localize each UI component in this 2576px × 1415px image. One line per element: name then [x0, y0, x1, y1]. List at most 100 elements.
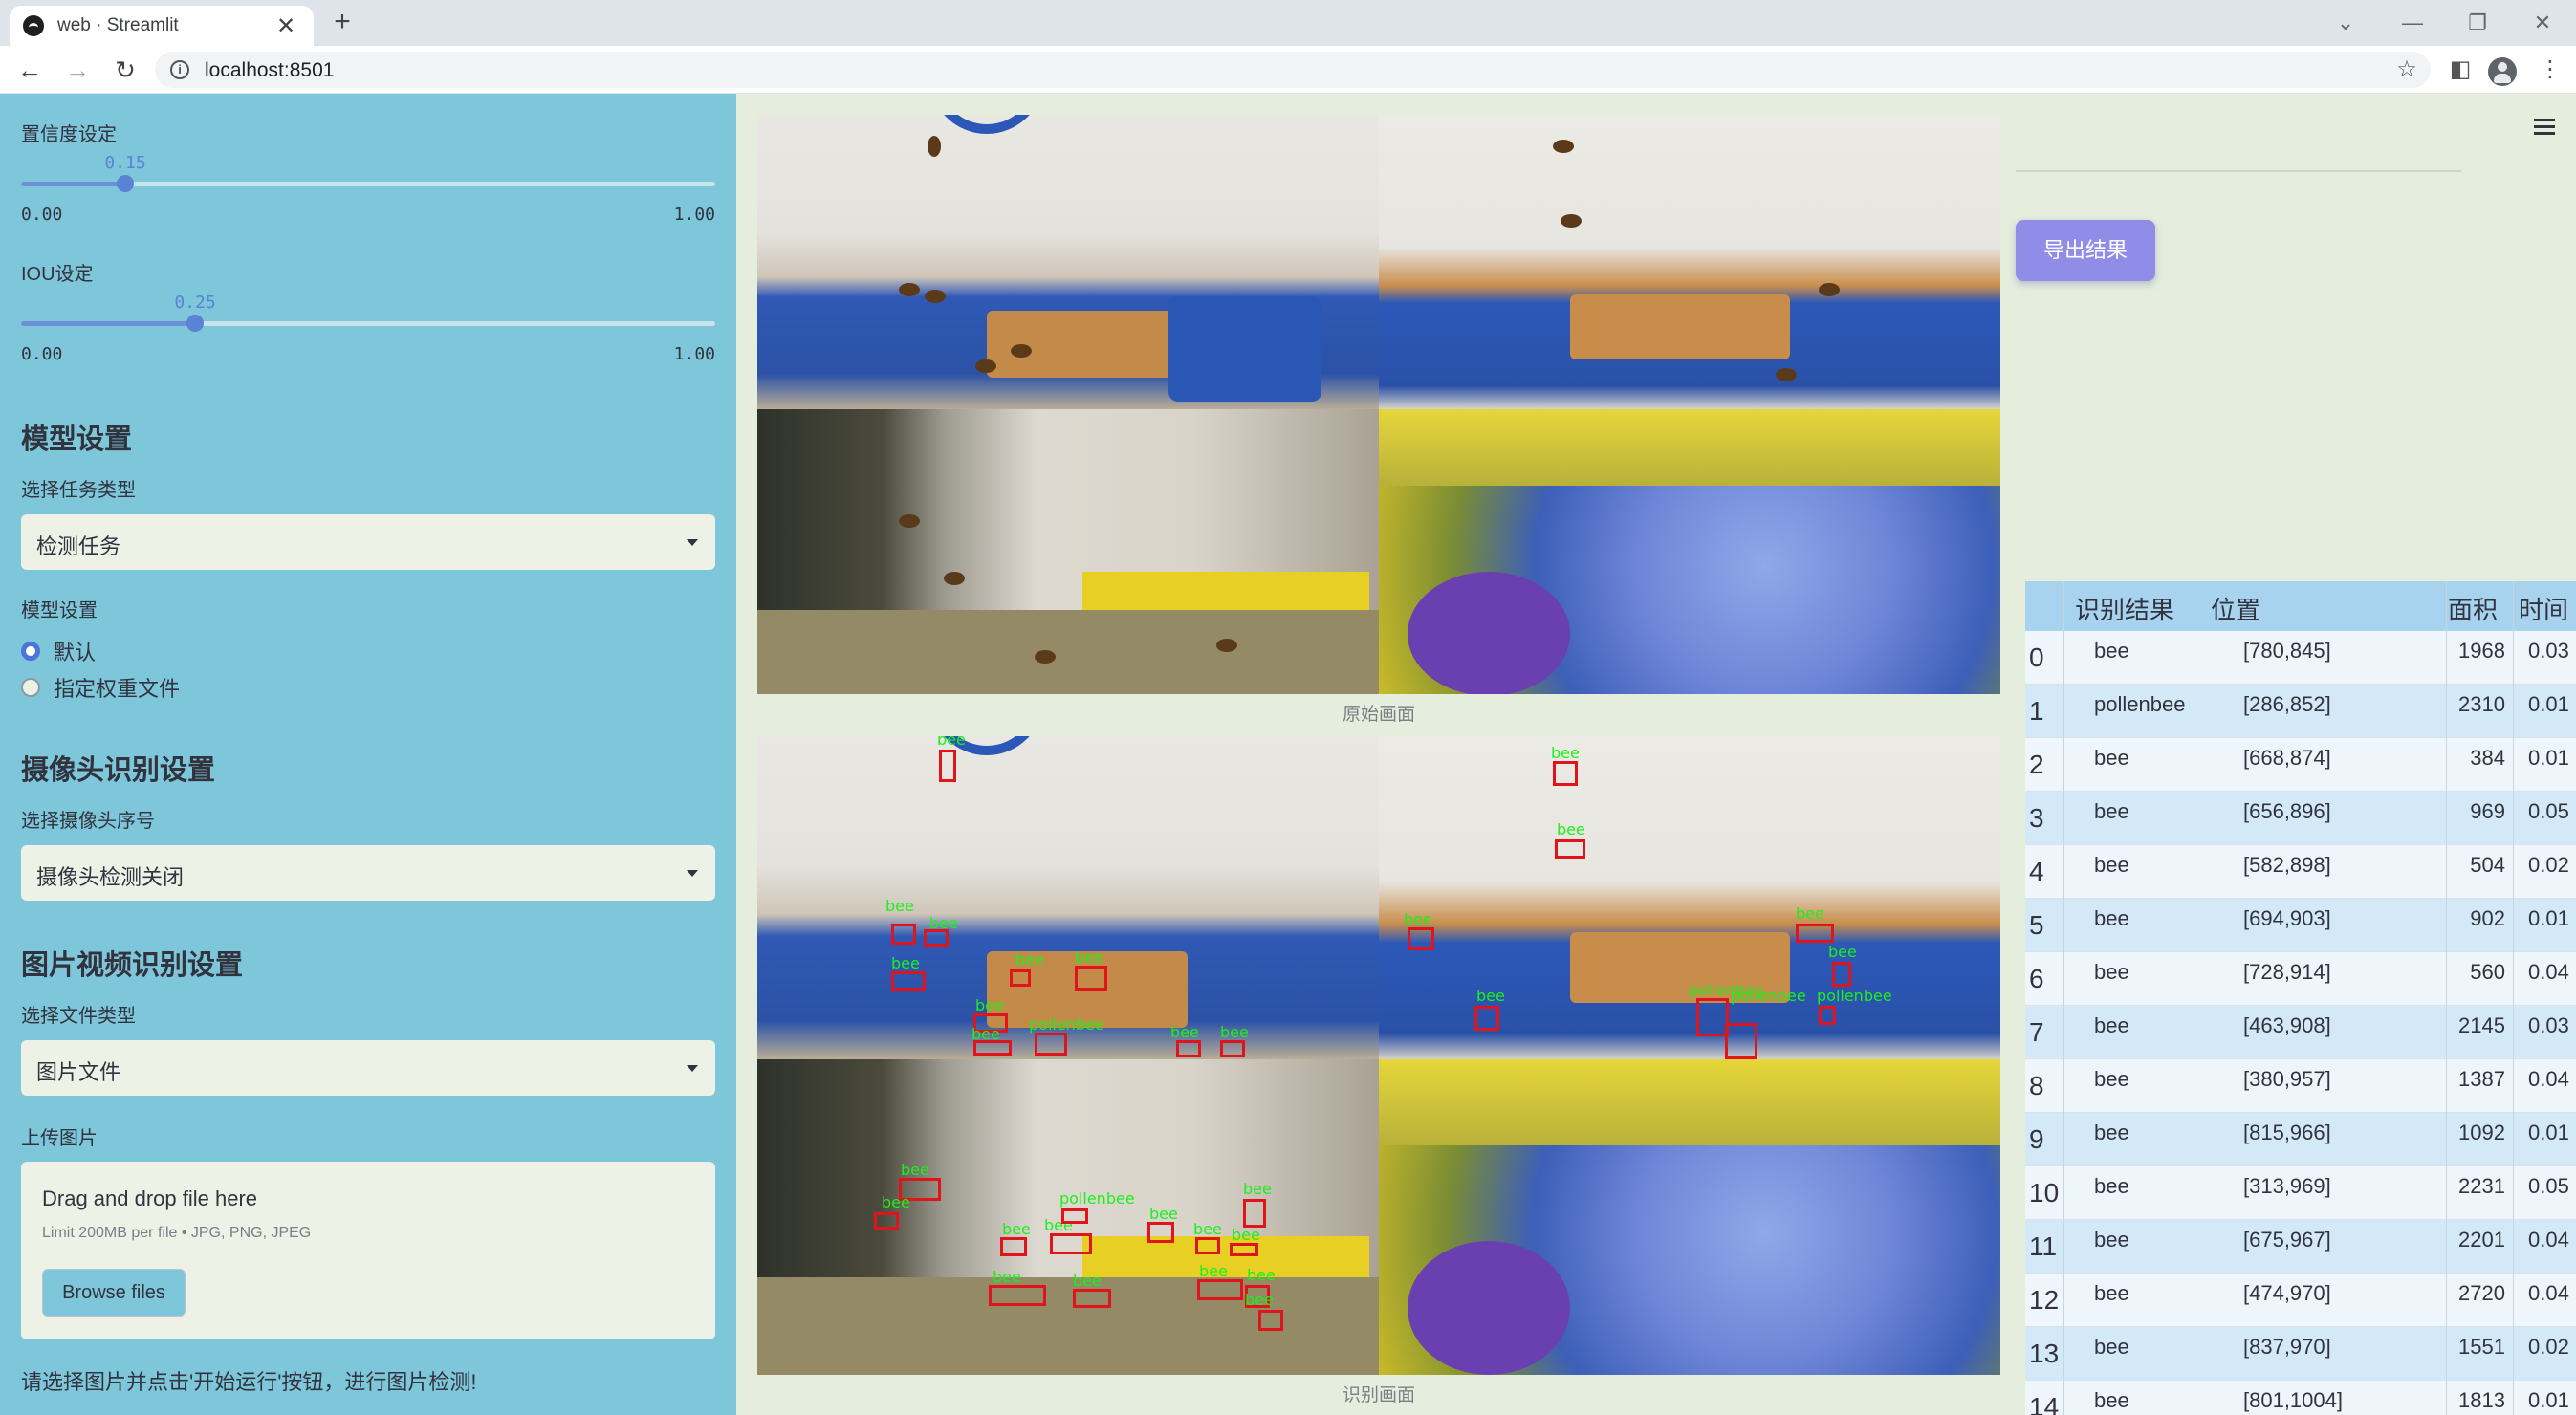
- radio-unselected-icon[interactable]: [21, 678, 40, 697]
- flowers-photo: [1379, 409, 2000, 694]
- detection-box: [1000, 1237, 1027, 1256]
- browser-tab-strip: web · Streamlit ✕ + ⌄ — ❐ ✕: [0, 0, 2576, 46]
- hive-side-photo: [757, 409, 1379, 694]
- row-class: bee: [2094, 1174, 2129, 1198]
- row-class: bee: [2094, 1281, 2129, 1305]
- row-index: 4: [2029, 857, 2044, 886]
- box-label: bee: [1232, 1226, 1260, 1244]
- results-table[interactable]: 识别结果 位置 面积 时间 0 bee [780,845] 1968 0.03 1 poll…: [2025, 581, 2576, 1415]
- radio-custom-weights[interactable]: 指定权重文件: [21, 673, 180, 702]
- box-label: bee: [1149, 1205, 1178, 1223]
- table-row[interactable]: 12 bee [474,970] 2720 0.04: [2025, 1274, 2576, 1327]
- info-icon[interactable]: i: [170, 60, 189, 79]
- iou-slider[interactable]: 0.25 0.00 1.00: [21, 293, 715, 369]
- row-position: [380,957]: [2243, 1067, 2331, 1091]
- table-row[interactable]: 9 bee [815,966] 1092 0.01: [2025, 1113, 2576, 1166]
- table-row[interactable]: 14 bee [801,1004] 1813 0.01: [2025, 1381, 2576, 1415]
- table-row[interactable]: 6 bee [728,914] 560 0.04: [2025, 952, 2576, 1006]
- bookmark-star-icon[interactable]: ☆: [2392, 55, 2421, 84]
- table-row[interactable]: 0 bee [780,845] 1968 0.03: [2025, 631, 2576, 685]
- minimize-window-icon[interactable]: —: [2390, 6, 2434, 40]
- row-position: [675,967]: [2243, 1228, 2331, 1252]
- reload-icon[interactable]: ↻: [109, 54, 142, 86]
- row-position: [837,970]: [2243, 1335, 2331, 1359]
- detection-box: [1258, 1310, 1283, 1331]
- row-class: bee: [2094, 1228, 2129, 1252]
- restore-window-icon[interactable]: ❐: [2456, 6, 2500, 40]
- address-bar[interactable]: i localhost:8501: [155, 52, 2431, 88]
- row-index: 3: [2029, 803, 2044, 833]
- browse-files-button[interactable]: Browse files: [42, 1269, 186, 1317]
- box-label: bee: [1170, 1023, 1199, 1041]
- detection-box: [891, 924, 916, 945]
- table-row[interactable]: 2 bee [668,874] 384 0.01: [2025, 738, 2576, 792]
- box-label: bee: [1002, 1220, 1031, 1238]
- sidebar-hint: 请选择图片并点击'开始运行'按钮，进行图片检测!: [21, 1370, 477, 1394]
- row-class: bee: [2094, 1121, 2129, 1144]
- box-label: bee: [1243, 1180, 1272, 1198]
- side-panel-icon[interactable]: ◧: [2446, 55, 2475, 84]
- box-label: bee: [901, 1161, 929, 1179]
- confidence-label: 置信度设定: [21, 124, 117, 145]
- slider-max: 1.00: [673, 205, 715, 225]
- browser-toolbar: ← → ↻ i localhost:8501 ☆ ◧ ⋮: [0, 46, 2576, 94]
- table-row[interactable]: 1 pollenbee [286,852] 2310 0.01: [2025, 685, 2576, 738]
- task-type-select[interactable]: 检测任务: [21, 514, 715, 570]
- row-class: bee: [2094, 906, 2129, 930]
- row-time: 0.02: [2528, 853, 2569, 877]
- box-label: pollenbee: [1059, 1189, 1135, 1208]
- row-position: [582,898]: [2243, 853, 2331, 877]
- back-arrow-icon[interactable]: ←: [13, 54, 46, 86]
- hive-entrance-result: [757, 736, 1379, 1059]
- detection-box: [1073, 1289, 1111, 1308]
- model-settings-label: 模型设置: [21, 600, 98, 621]
- file-type-select[interactable]: 图片文件: [21, 1040, 715, 1096]
- close-tab-icon[interactable]: ✕: [272, 12, 300, 40]
- table-row[interactable]: 3 bee [656,896] 969 0.05: [2025, 792, 2576, 845]
- row-position: [463,908]: [2243, 1013, 2331, 1037]
- row-position: [313,969]: [2243, 1174, 2331, 1198]
- confidence-slider[interactable]: 0.15 0.00 1.00: [21, 153, 715, 229]
- row-class: bee: [2094, 639, 2129, 663]
- row-area: 969: [2470, 799, 2505, 823]
- hamburger-menu-icon[interactable]: [2534, 119, 2557, 138]
- radio-default[interactable]: 默认: [21, 637, 96, 665]
- flowers-result: [1379, 1059, 2000, 1375]
- detection-box: [1553, 761, 1578, 786]
- detection-box: [1195, 1237, 1220, 1254]
- slider-thumb[interactable]: [186, 315, 204, 332]
- box-label: bee: [891, 954, 920, 972]
- row-position: [801,1004]: [2243, 1388, 2343, 1412]
- row-class: bee: [2094, 799, 2129, 823]
- table-row[interactable]: 13 bee [837,970] 1551 0.02: [2025, 1327, 2576, 1381]
- kebab-menu-icon[interactable]: ⋮: [2536, 55, 2565, 84]
- hive-entrance-photo: [757, 115, 1379, 409]
- box-label: bee: [1551, 744, 1580, 762]
- radio-label: 默认: [54, 641, 97, 664]
- table-row[interactable]: 4 bee [582,898] 504 0.02: [2025, 845, 2576, 899]
- table-row[interactable]: 7 bee [463,908] 2145 0.03: [2025, 1006, 2576, 1059]
- detection-box: [1061, 1208, 1088, 1224]
- chevron-down-icon: [687, 539, 698, 546]
- table-row[interactable]: 10 bee [313,969] 2231 0.05: [2025, 1166, 2576, 1220]
- camera-index-select[interactable]: 摄像头检测关闭: [21, 845, 715, 901]
- profile-avatar-icon[interactable]: [2488, 57, 2517, 86]
- slider-value: 0.25: [174, 293, 216, 313]
- forward-arrow-icon[interactable]: →: [61, 54, 94, 86]
- row-time: 0.03: [2528, 1013, 2569, 1037]
- browser-tab[interactable]: web · Streamlit ✕: [10, 6, 314, 46]
- export-results-button[interactable]: 导出结果: [2016, 220, 2155, 281]
- tab-search-chevron-icon[interactable]: ⌄: [2324, 6, 2368, 40]
- table-row[interactable]: 8 bee [380,957] 1387 0.04: [2025, 1059, 2576, 1113]
- row-index: 10: [2029, 1178, 2060, 1208]
- close-window-icon[interactable]: ✕: [2521, 6, 2565, 40]
- detection-box: [1243, 1199, 1266, 1228]
- new-tab-button[interactable]: +: [325, 6, 360, 40]
- radio-selected-icon[interactable]: [21, 642, 40, 661]
- table-row[interactable]: 5 bee [694,903] 902 0.01: [2025, 899, 2576, 952]
- slider-fill: [21, 321, 195, 326]
- row-class: bee: [2094, 746, 2129, 770]
- slider-thumb[interactable]: [117, 175, 134, 192]
- file-dropzone[interactable]: Drag and drop file here Limit 200MB per …: [21, 1162, 715, 1339]
- table-row[interactable]: 11 bee [675,967] 2201 0.04: [2025, 1220, 2576, 1274]
